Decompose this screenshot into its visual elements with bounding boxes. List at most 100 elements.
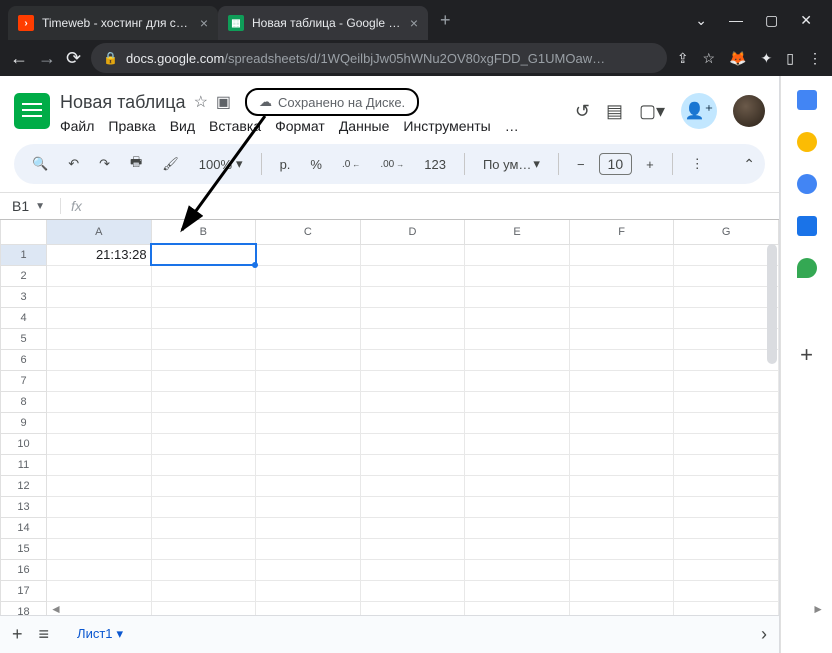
cell[interactable]	[360, 517, 465, 538]
cell[interactable]	[465, 538, 570, 559]
row-header[interactable]: 2	[1, 265, 47, 286]
cell[interactable]	[465, 433, 570, 454]
menu-edit[interactable]: Правка	[108, 118, 155, 134]
cell[interactable]	[465, 244, 570, 265]
column-header[interactable]: C	[256, 220, 361, 244]
meet-icon[interactable]: ▢▾	[639, 101, 665, 122]
cell[interactable]	[47, 496, 152, 517]
menu-icon[interactable]: ⋮	[808, 50, 822, 67]
cell[interactable]	[256, 286, 361, 307]
contacts-icon[interactable]	[797, 216, 817, 236]
cell[interactable]	[47, 475, 152, 496]
window-maximize[interactable]: ▢	[765, 12, 778, 29]
cell[interactable]	[465, 328, 570, 349]
cell[interactable]	[360, 349, 465, 370]
cell[interactable]	[256, 349, 361, 370]
horizontal-scrollbar[interactable]: ◄ ►	[46, 603, 828, 615]
cell[interactable]	[674, 244, 779, 265]
share-button[interactable]: 👤⁺	[681, 93, 717, 129]
cell[interactable]	[465, 370, 570, 391]
zoom-select[interactable]: 100% ▾	[193, 152, 249, 176]
font-size-decrease[interactable]: −	[571, 153, 591, 176]
move-icon[interactable]: ▣	[216, 92, 231, 112]
row-header[interactable]: 18	[1, 601, 47, 615]
menu-view[interactable]: Вид	[170, 118, 195, 134]
cell[interactable]	[360, 538, 465, 559]
cell[interactable]	[256, 412, 361, 433]
print-button[interactable]: 🖶	[124, 149, 148, 179]
select-all-corner[interactable]	[1, 220, 47, 244]
spreadsheet-grid[interactable]: ABCDEFG 121:13:2823456789101112131415161…	[0, 220, 779, 615]
row-header[interactable]: 12	[1, 475, 47, 496]
star-icon[interactable]: ☆	[703, 50, 716, 67]
cell[interactable]	[151, 244, 256, 265]
cell[interactable]	[465, 454, 570, 475]
cell[interactable]	[465, 412, 570, 433]
cell[interactable]	[465, 391, 570, 412]
cell[interactable]	[151, 496, 256, 517]
cell[interactable]	[569, 265, 674, 286]
add-sheet-button[interactable]: +	[12, 624, 23, 645]
cell[interactable]	[151, 328, 256, 349]
cell[interactable]	[151, 286, 256, 307]
search-icon[interactable]: 🔍	[26, 152, 54, 176]
column-header[interactable]: D	[360, 220, 465, 244]
cell[interactable]	[47, 328, 152, 349]
cell[interactable]	[151, 517, 256, 538]
doc-title[interactable]: Новая таблица	[60, 92, 186, 113]
cell[interactable]	[256, 328, 361, 349]
cell[interactable]	[569, 391, 674, 412]
row-header[interactable]: 11	[1, 454, 47, 475]
column-header[interactable]: F	[569, 220, 674, 244]
cell[interactable]	[674, 307, 779, 328]
cell[interactable]	[674, 559, 779, 580]
cell[interactable]	[674, 412, 779, 433]
cell[interactable]: 21:13:28	[47, 244, 152, 265]
cell[interactable]	[360, 559, 465, 580]
font-family-select[interactable]: По ум… ▾	[477, 152, 546, 176]
cell[interactable]	[674, 370, 779, 391]
cell[interactable]	[256, 454, 361, 475]
collapse-toolbar-button[interactable]: ⌃	[743, 156, 755, 173]
cell[interactable]	[569, 454, 674, 475]
row-header[interactable]: 10	[1, 433, 47, 454]
cell[interactable]	[674, 496, 779, 517]
cell[interactable]	[360, 244, 465, 265]
menu-more[interactable]: …	[505, 118, 519, 134]
row-header[interactable]: 4	[1, 307, 47, 328]
cell[interactable]	[47, 580, 152, 601]
browser-tab-sheets[interactable]: ▦ Новая таблица - Google Таблиц ×	[218, 6, 428, 40]
more-formatting-button[interactable]: ⋮	[685, 152, 710, 176]
row-header[interactable]: 5	[1, 328, 47, 349]
cell[interactable]	[674, 349, 779, 370]
currency-button[interactable]: р.	[274, 153, 297, 176]
name-box[interactable]: B1 ▼	[0, 198, 60, 214]
cell[interactable]	[674, 517, 779, 538]
cell[interactable]	[465, 307, 570, 328]
cell[interactable]	[674, 433, 779, 454]
cell[interactable]	[151, 412, 256, 433]
row-header[interactable]: 16	[1, 559, 47, 580]
cell[interactable]	[465, 517, 570, 538]
column-header[interactable]: A	[47, 220, 152, 244]
cell[interactable]	[674, 286, 779, 307]
comments-icon[interactable]: ▤	[606, 101, 623, 122]
cell[interactable]	[569, 370, 674, 391]
cell[interactable]	[256, 265, 361, 286]
cell[interactable]	[256, 496, 361, 517]
cell[interactable]	[256, 244, 361, 265]
cell[interactable]	[465, 580, 570, 601]
close-icon[interactable]: ×	[200, 15, 208, 31]
cell[interactable]	[256, 370, 361, 391]
new-tab-button[interactable]: +	[428, 10, 463, 31]
cell[interactable]	[360, 265, 465, 286]
cell[interactable]	[360, 370, 465, 391]
cell[interactable]	[569, 538, 674, 559]
cell[interactable]	[256, 538, 361, 559]
share-icon[interactable]: ⇪	[677, 50, 689, 67]
star-icon[interactable]: ☆	[194, 92, 208, 112]
row-header[interactable]: 7	[1, 370, 47, 391]
cell[interactable]	[47, 517, 152, 538]
close-icon[interactable]: ×	[410, 15, 418, 31]
cell[interactable]	[569, 475, 674, 496]
